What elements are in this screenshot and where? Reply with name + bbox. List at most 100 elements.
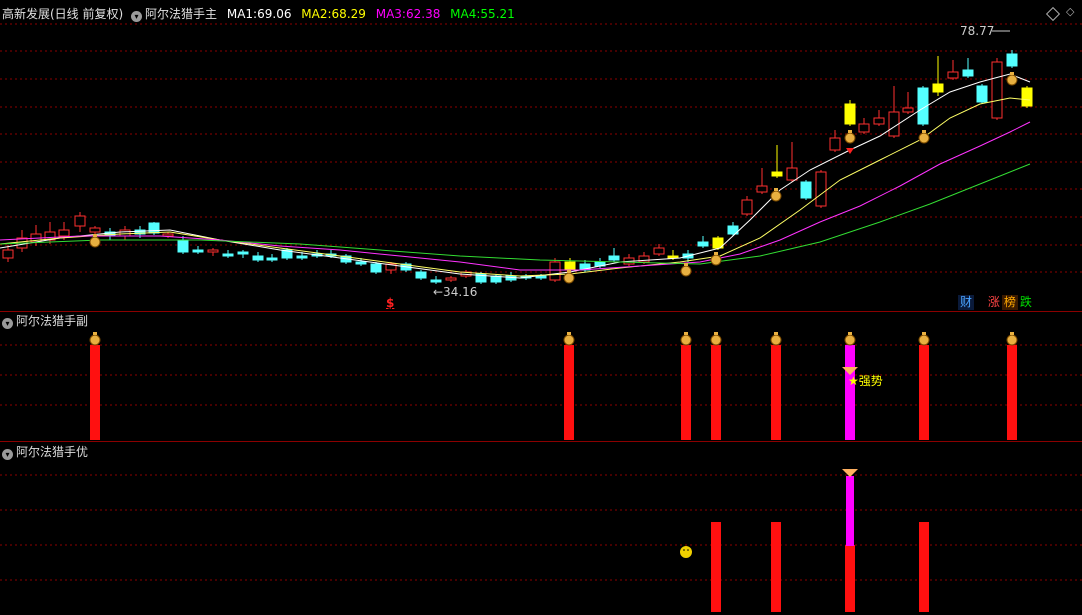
candle-body	[564, 261, 576, 271]
candle-body	[653, 247, 665, 255]
money-bag-icon	[774, 188, 778, 191]
candle-body	[177, 239, 189, 253]
candle-body	[430, 279, 442, 283]
candle-body	[192, 249, 204, 253]
candle-body	[252, 255, 264, 261]
candle-body	[741, 199, 753, 215]
candle-body	[549, 261, 561, 281]
signal-bar	[90, 345, 100, 440]
signal-bar	[711, 522, 721, 612]
candle-body	[800, 181, 812, 199]
money-bag-icon	[848, 332, 852, 335]
strong-signal-bar	[845, 345, 855, 440]
smiley-icon	[680, 546, 692, 558]
money-bag-icon	[1006, 334, 1018, 346]
signal-bar	[845, 545, 855, 612]
signal-bar	[1007, 345, 1017, 440]
badge-cai[interactable]: 财	[958, 295, 975, 310]
candle-body	[1021, 87, 1033, 107]
money-bag-icon	[770, 190, 782, 202]
candle-body	[976, 85, 988, 103]
money-bag-icon	[770, 334, 782, 346]
badge-zhang[interactable]: 涨	[986, 295, 1002, 310]
diamond-icon	[842, 469, 858, 477]
candle-body	[888, 111, 900, 137]
ma3-line	[0, 121, 1031, 271]
money-bag-icon	[1006, 74, 1018, 86]
money-bag-icon	[1010, 332, 1014, 335]
signal-bar	[919, 522, 929, 612]
ma1-line	[0, 73, 1031, 279]
candle-body	[355, 261, 367, 265]
signal-bar	[681, 345, 691, 440]
money-bag-icon	[563, 334, 575, 346]
candle-body	[58, 229, 70, 237]
candle-body	[89, 227, 101, 233]
sub-indicator-chart[interactable]	[0, 312, 1082, 442]
money-bag-icon	[567, 332, 571, 335]
money-bag-icon	[89, 236, 101, 248]
signal-bar	[771, 522, 781, 612]
candle-body	[608, 255, 620, 261]
candle-body	[266, 257, 278, 261]
candle-body	[207, 249, 219, 253]
candle-body	[947, 71, 959, 79]
candle-body	[237, 251, 249, 255]
money-bag-icon	[710, 254, 722, 266]
money-bag-icon	[844, 132, 856, 144]
money-bag-icon	[714, 252, 718, 255]
candle-body	[756, 185, 768, 193]
money-bag-icon	[848, 130, 852, 133]
candle-body	[932, 83, 944, 93]
money-bag-icon	[918, 132, 930, 144]
candle-body	[74, 215, 86, 227]
signal-bar	[919, 345, 929, 440]
candle-body	[829, 137, 841, 151]
money-bag-icon	[844, 334, 856, 346]
candle-body	[370, 263, 382, 273]
opt-indicator-chart[interactable]	[0, 442, 1082, 615]
money-bag-icon	[1010, 72, 1014, 75]
candle-body	[771, 171, 783, 177]
candle-body	[296, 255, 308, 259]
money-bag-icon	[89, 334, 101, 346]
strong-signal-bar	[846, 476, 854, 546]
strong-signal-label: ★强势	[848, 374, 883, 388]
candle-body	[162, 233, 174, 237]
candle-body	[667, 255, 679, 259]
candle-body	[1006, 53, 1018, 67]
money-bag-icon	[918, 334, 930, 346]
candle-body	[815, 171, 827, 207]
money-bag-icon	[922, 332, 926, 335]
candle-body	[858, 123, 870, 133]
badge-group: 财 涨榜跌	[958, 295, 1034, 310]
s-marker: $	[386, 296, 395, 310]
candle-body	[962, 69, 974, 77]
candle-body	[902, 107, 914, 113]
money-bag-icon	[714, 332, 718, 335]
candle-body	[873, 117, 885, 125]
money-bag-icon	[93, 332, 97, 335]
candle-body	[415, 271, 427, 279]
candle-body	[148, 222, 160, 234]
money-bag-icon	[922, 130, 926, 133]
signal-bar	[771, 345, 781, 440]
candle-body	[222, 253, 234, 257]
high-price-label: 78.77	[960, 24, 995, 38]
candle-body	[445, 277, 457, 281]
candle-body	[119, 229, 131, 237]
money-bag-icon	[563, 272, 575, 284]
badge-die[interactable]: 跌	[1018, 295, 1034, 310]
smiley-icon	[687, 549, 689, 551]
money-bag-icon	[93, 234, 97, 237]
ma4-line	[0, 163, 1031, 265]
signal-bar	[564, 345, 574, 440]
badge-bang[interactable]: 榜	[1001, 295, 1018, 310]
price-chart[interactable]	[0, 0, 1082, 312]
money-bag-icon	[567, 270, 571, 273]
ma2-line	[0, 97, 1031, 277]
low-price-label: ←34.16	[433, 285, 478, 299]
money-bag-icon	[684, 332, 688, 335]
money-bag-icon	[680, 265, 692, 277]
smiley-icon	[683, 549, 685, 551]
